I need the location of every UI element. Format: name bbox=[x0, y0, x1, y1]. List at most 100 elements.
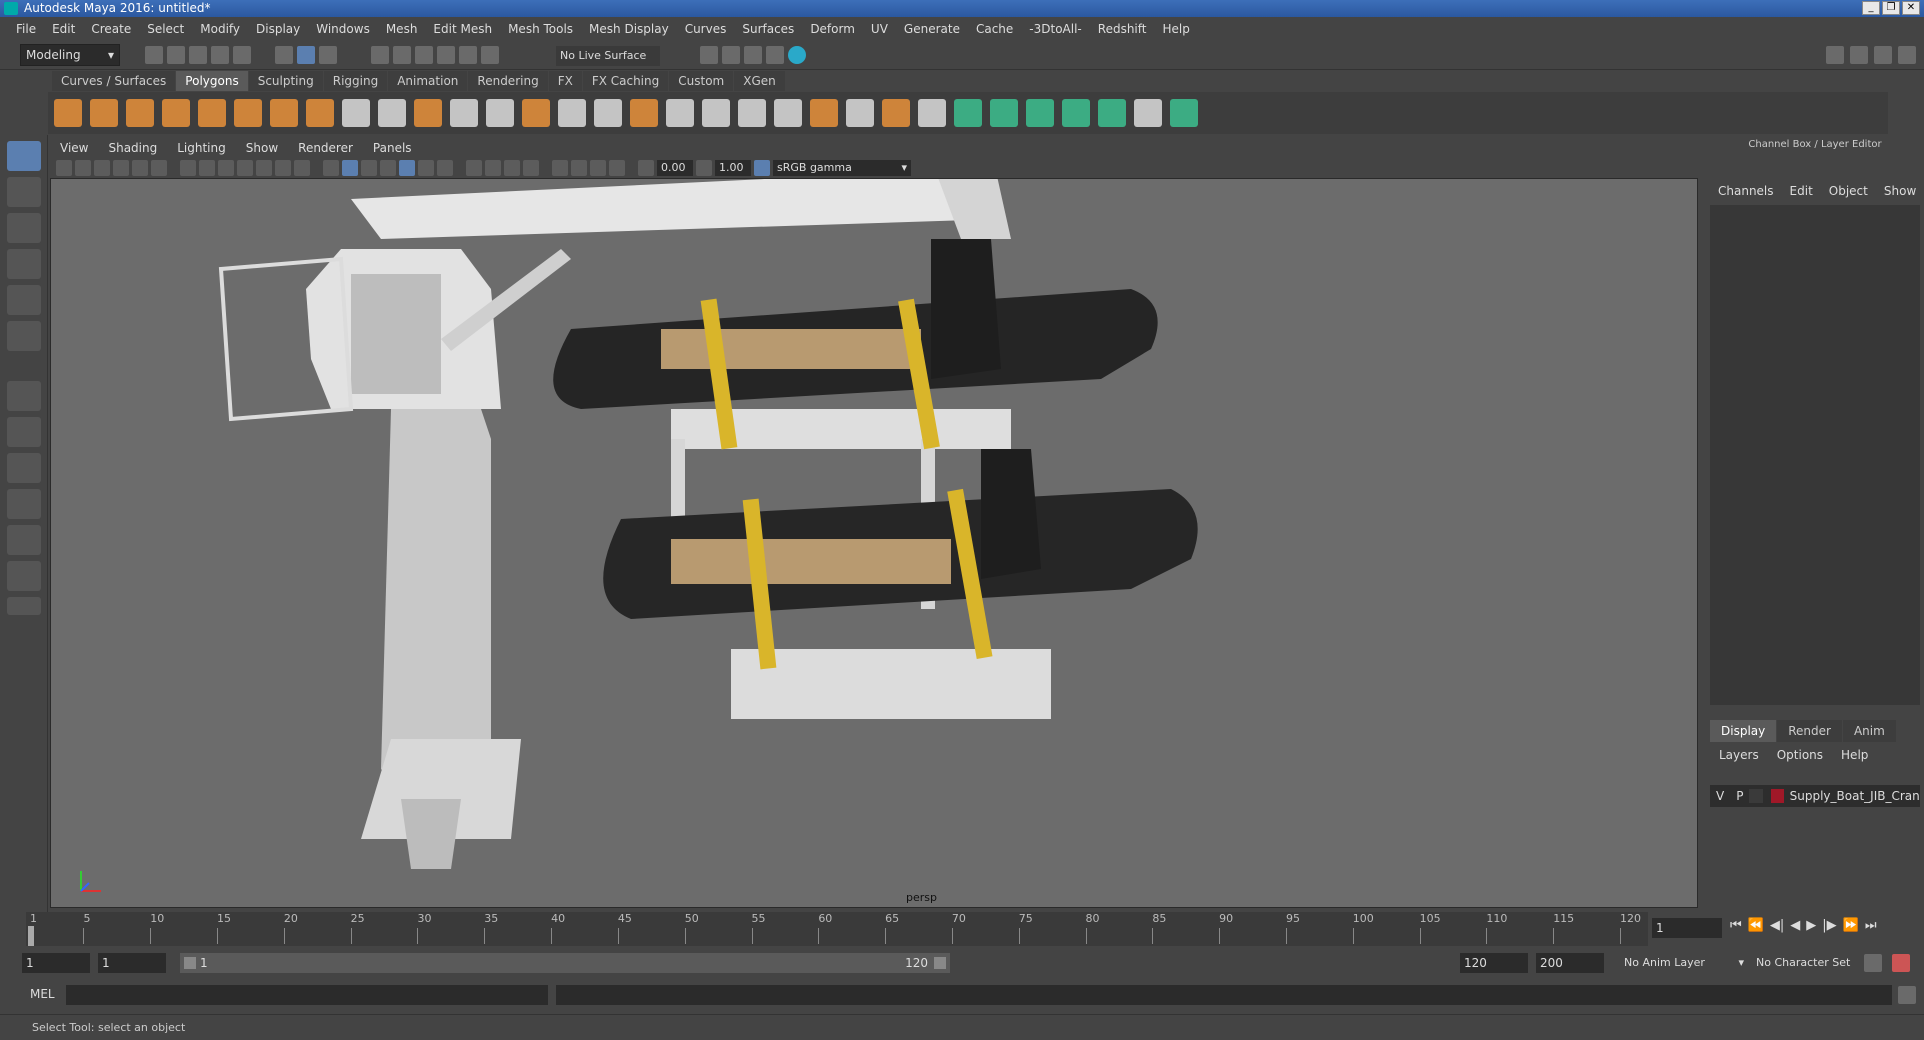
resolution-gate-icon[interactable] bbox=[218, 160, 234, 176]
symmetry-icon[interactable] bbox=[1170, 99, 1198, 127]
menu-mesh[interactable]: Mesh bbox=[378, 18, 426, 40]
start-time-field[interactable]: 1 bbox=[22, 953, 90, 973]
undo-icon[interactable] bbox=[211, 46, 229, 64]
boolean-icon[interactable] bbox=[486, 99, 514, 127]
fill-hole-icon[interactable] bbox=[702, 99, 730, 127]
channel-box-menu-channels[interactable]: Channels bbox=[1710, 181, 1782, 201]
textured-icon[interactable] bbox=[399, 160, 415, 176]
lasso-tool-icon[interactable] bbox=[7, 177, 41, 207]
uv-editor-icon[interactable] bbox=[954, 99, 982, 127]
channel-box-menu-object[interactable]: Object bbox=[1821, 181, 1876, 201]
go-to-start-icon[interactable]: ⏮ bbox=[1730, 918, 1742, 933]
step-back-key-icon[interactable]: ⏪ bbox=[1748, 918, 1764, 933]
rotate-tool-icon[interactable] bbox=[7, 285, 41, 315]
menu-cache[interactable]: Cache bbox=[968, 18, 1021, 40]
modeling-toolkit-icon[interactable] bbox=[1826, 46, 1844, 64]
multi-cut-icon[interactable] bbox=[738, 99, 766, 127]
isolate-select-icon[interactable] bbox=[552, 160, 568, 176]
menu-edit[interactable]: Edit bbox=[44, 18, 83, 40]
layer-playback-toggle[interactable]: P bbox=[1730, 789, 1749, 803]
restore-icon[interactable]: ❐ bbox=[1882, 1, 1900, 15]
menu-windows[interactable]: Windows bbox=[308, 18, 378, 40]
range-end-handle-icon[interactable] bbox=[934, 957, 946, 969]
current-frame-field[interactable]: 1 bbox=[1652, 918, 1722, 938]
safe-title-icon[interactable] bbox=[294, 160, 310, 176]
field-chart-icon[interactable] bbox=[256, 160, 272, 176]
menu-modify[interactable]: Modify bbox=[192, 18, 248, 40]
layer-type-toggle[interactable] bbox=[1749, 789, 1763, 803]
viewport-menu-renderer[interactable]: Renderer bbox=[288, 138, 363, 158]
snap-surface-icon[interactable] bbox=[459, 46, 477, 64]
step-back-frame-icon[interactable]: ◀| bbox=[1770, 918, 1784, 933]
hypershade-persp-icon[interactable] bbox=[7, 525, 41, 555]
select-hierarchy-icon[interactable] bbox=[275, 46, 293, 64]
layer-menu-help[interactable]: Help bbox=[1832, 745, 1877, 765]
color-management-icon[interactable] bbox=[754, 160, 770, 176]
separate-icon[interactable] bbox=[378, 99, 406, 127]
menu-3dtoall[interactable]: -3DtoAll- bbox=[1021, 18, 1089, 40]
2d-pan-icon[interactable] bbox=[132, 160, 148, 176]
camera-attr-icon[interactable] bbox=[75, 160, 91, 176]
tool-settings-icon[interactable] bbox=[1874, 46, 1892, 64]
anim-layer-dropdown[interactable]: No Anim Layer ▾ bbox=[1624, 953, 1744, 973]
menu-deform[interactable]: Deform bbox=[802, 18, 863, 40]
layer-visibility-toggle[interactable]: V bbox=[1710, 789, 1730, 803]
menu-display[interactable]: Display bbox=[248, 18, 308, 40]
minimize-icon[interactable]: _ bbox=[1862, 1, 1880, 15]
render-view-icon[interactable] bbox=[700, 46, 718, 64]
shelf-tab-custom[interactable]: Custom bbox=[669, 71, 734, 91]
viewport-menu-panels[interactable]: Panels bbox=[363, 138, 422, 158]
hypershade-icon[interactable] bbox=[788, 46, 806, 64]
gamma-icon[interactable] bbox=[696, 160, 712, 176]
end-time-field[interactable]: 200 bbox=[1536, 953, 1604, 973]
append-icon[interactable] bbox=[666, 99, 694, 127]
shelf-tab-rendering[interactable]: Rendering bbox=[468, 71, 548, 91]
persp-graph-icon[interactable] bbox=[7, 489, 41, 519]
layout-icon[interactable] bbox=[7, 561, 41, 591]
auto-uv-icon[interactable] bbox=[990, 99, 1018, 127]
shelf-tab-sculpting[interactable]: Sculpting bbox=[248, 71, 323, 91]
animation-prefs-icon[interactable] bbox=[1892, 954, 1910, 972]
render-settings-icon[interactable] bbox=[766, 46, 784, 64]
menu-edit-mesh[interactable]: Edit Mesh bbox=[425, 18, 500, 40]
attribute-editor-icon[interactable] bbox=[1850, 46, 1868, 64]
render-frame-icon[interactable] bbox=[722, 46, 740, 64]
move-tool-icon[interactable] bbox=[7, 249, 41, 279]
grid-icon[interactable] bbox=[180, 160, 196, 176]
default-material-icon[interactable] bbox=[361, 160, 377, 176]
play-back-icon[interactable]: ◀ bbox=[1790, 918, 1800, 933]
menu-surfaces[interactable]: Surfaces bbox=[734, 18, 802, 40]
ambient-occlusion-icon[interactable] bbox=[466, 160, 482, 176]
color-space-dropdown[interactable]: sRGB gamma ▾ bbox=[773, 160, 911, 176]
cone-icon[interactable] bbox=[162, 99, 190, 127]
menu-help[interactable]: Help bbox=[1154, 18, 1197, 40]
offset-loop-icon[interactable] bbox=[846, 99, 874, 127]
channel-box-icon[interactable] bbox=[1898, 46, 1916, 64]
shadows-icon[interactable] bbox=[437, 160, 453, 176]
layout-uv-icon[interactable] bbox=[1098, 99, 1126, 127]
pyramid-icon[interactable] bbox=[270, 99, 298, 127]
menu-file[interactable]: File bbox=[8, 18, 44, 40]
scale-tool-icon[interactable] bbox=[7, 321, 41, 351]
depth-of-field-icon[interactable] bbox=[523, 160, 539, 176]
target-weld-icon[interactable] bbox=[774, 99, 802, 127]
motion-blur-icon[interactable] bbox=[485, 160, 501, 176]
new-scene-icon[interactable] bbox=[145, 46, 163, 64]
menu-generate[interactable]: Generate bbox=[896, 18, 968, 40]
bookmark-icon[interactable] bbox=[94, 160, 110, 176]
go-to-end-icon[interactable]: ⏭ bbox=[1865, 918, 1877, 933]
paint-select-icon[interactable] bbox=[7, 213, 41, 243]
select-component-icon[interactable] bbox=[319, 46, 337, 64]
wireframe-on-shaded-icon[interactable] bbox=[380, 160, 396, 176]
quad-draw-icon[interactable] bbox=[918, 99, 946, 127]
range-start-handle-icon[interactable] bbox=[184, 957, 196, 969]
persp-outliner-icon[interactable] bbox=[7, 453, 41, 483]
cylinder-icon[interactable] bbox=[126, 99, 154, 127]
menu-mesh-tools[interactable]: Mesh Tools bbox=[500, 18, 581, 40]
bevel-icon[interactable] bbox=[558, 99, 586, 127]
menu-mesh-display[interactable]: Mesh Display bbox=[581, 18, 677, 40]
smooth-shade-icon[interactable] bbox=[342, 160, 358, 176]
auto-key-icon[interactable] bbox=[1864, 954, 1882, 972]
snap-point-icon[interactable] bbox=[415, 46, 433, 64]
safe-action-icon[interactable] bbox=[275, 160, 291, 176]
